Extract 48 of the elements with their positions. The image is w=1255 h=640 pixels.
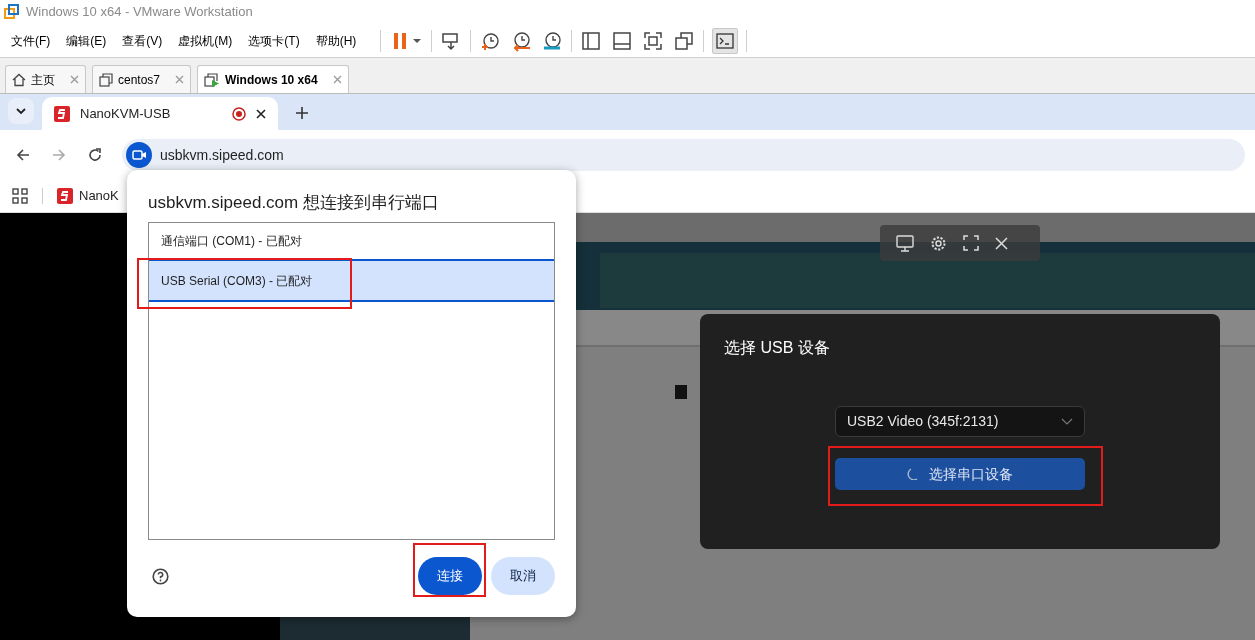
window-copy-icon: [99, 72, 113, 87]
dialog-title: 选择 USB 设备: [724, 338, 831, 358]
menu-item[interactable]: 查看(V): [122, 31, 163, 50]
sidebar-icon[interactable]: [580, 29, 603, 52]
menu-item[interactable]: 选项卡(T): [248, 31, 300, 50]
sipeed-logo-icon: [54, 105, 70, 122]
dialog-button[interactable]: 连接: [418, 557, 482, 595]
menu-item[interactable]: 虚拟机(M): [178, 31, 233, 50]
tab-search-button[interactable]: [8, 98, 34, 124]
sipeed-logo-icon: [57, 188, 73, 204]
bookmark[interactable]: NanoK: [57, 186, 119, 206]
port-item[interactable]: 通信端口 (COM1) - 已配对: [149, 223, 554, 259]
vm-tab[interactable]: centos7: [92, 65, 192, 93]
apps-grid-icon[interactable]: [12, 188, 28, 204]
help-icon[interactable]: [152, 568, 169, 585]
window-title: Windows 10 x64 - VMware Workstation: [26, 3, 253, 22]
windows-icon[interactable]: [673, 29, 696, 52]
port-item[interactable]: USB Serial (COM3) - 已配对: [149, 259, 554, 302]
url-text: usbkvm.sipeed.com: [160, 145, 284, 165]
serial-device-button[interactable]: 选择串口设备: [835, 458, 1085, 490]
menu-item[interactable]: 文件(F): [11, 31, 51, 50]
settings-icon[interactable]: [930, 234, 947, 252]
console-button[interactable]: [712, 27, 739, 54]
window-play-icon: [204, 72, 221, 87]
chevron-down-icon: [16, 107, 26, 115]
video-device-select[interactable]: USB2 Video (345f:2131): [835, 406, 1085, 437]
camera-icon[interactable]: [126, 142, 152, 168]
menu-item[interactable]: 帮助(H): [315, 31, 357, 50]
fullscreen-icon[interactable]: [642, 29, 665, 52]
bottom-panel-icon[interactable]: [611, 29, 634, 52]
vm-tab[interactable]: Windows 10 x64: [197, 65, 349, 93]
browser-tab[interactable]: NanoKVM-USB: [42, 97, 278, 130]
menu-item[interactable]: 编辑(E): [66, 31, 107, 50]
home-icon: [12, 72, 26, 87]
dialog-title: usbkvm.sipeed.com 想连接到串行端口: [148, 192, 439, 214]
new-tab-icon[interactable]: [296, 107, 308, 119]
close-icon[interactable]: [256, 108, 266, 119]
address-bar[interactable]: usbkvm.sipeed.com: [122, 139, 1245, 171]
chevron-down-icon: [1061, 418, 1073, 425]
terminal-icon: [716, 32, 735, 49]
tab-title: NanoKVM-USB: [80, 104, 172, 123]
vmware-logo-icon: [4, 4, 20, 20]
dialog-button[interactable]: 取消: [491, 557, 555, 595]
vm-tab[interactable]: 主页: [5, 65, 86, 93]
fullscreen-icon[interactable]: [963, 235, 979, 251]
monitor-icon[interactable]: [896, 234, 914, 252]
reload-icon[interactable]: [88, 148, 102, 162]
back-arrow-icon[interactable]: [16, 148, 30, 162]
